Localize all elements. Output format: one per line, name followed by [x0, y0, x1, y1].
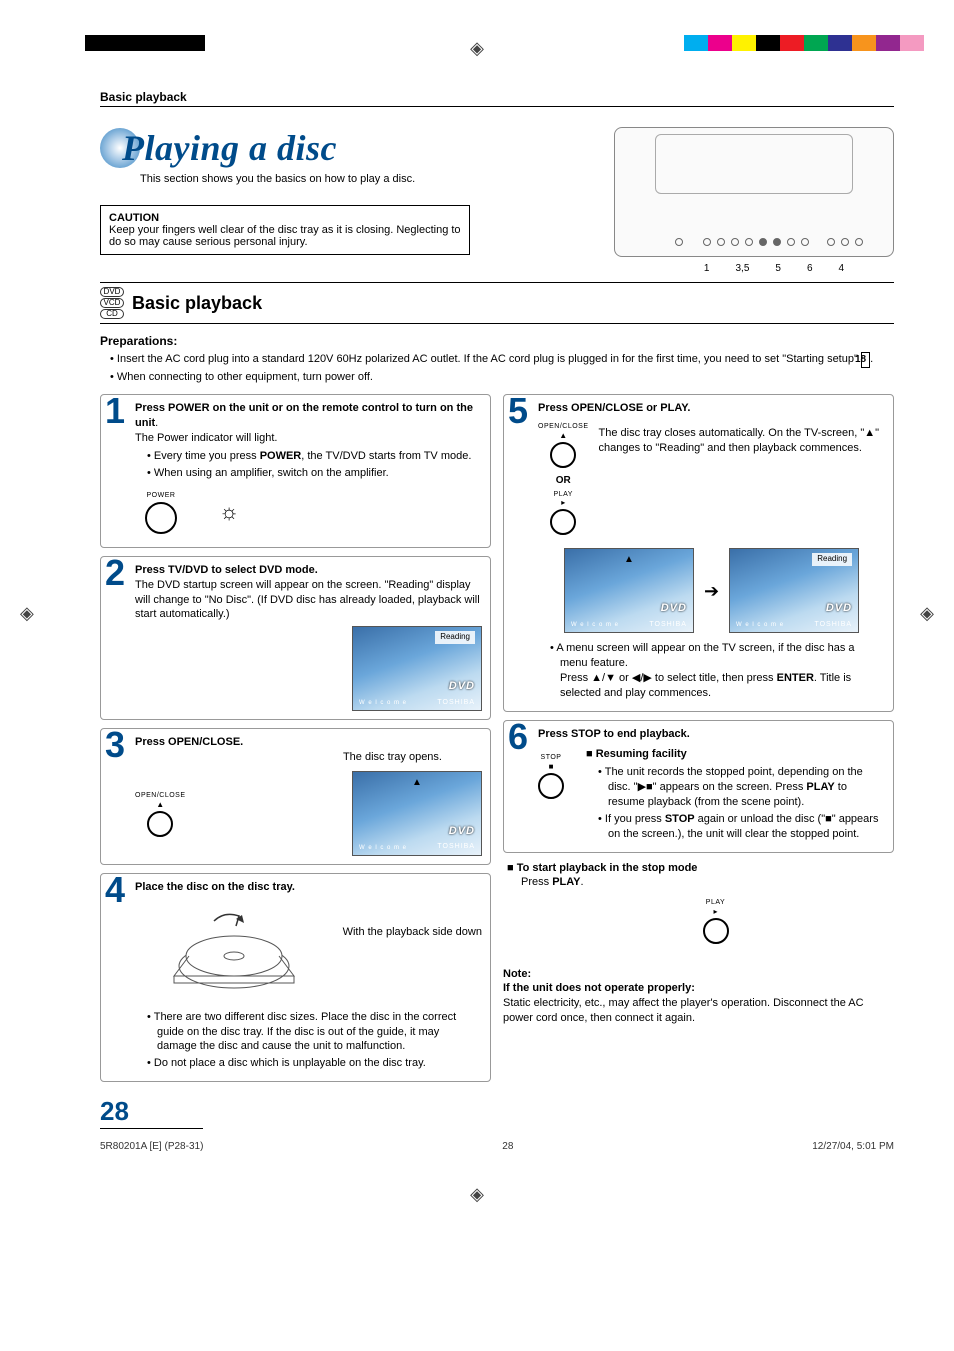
- tv-screen-reading: Reading DVD TOSHIBA W e l c o m e: [352, 626, 482, 711]
- power-button-icon: POWER: [145, 491, 177, 539]
- step-1: 1 Press POWER on the unit or on the remo…: [100, 394, 491, 548]
- step-6: 6 Press STOP to end playback. STOP ■ ■ R…: [503, 720, 894, 853]
- play-button-icon: PLAY ▸: [550, 490, 576, 540]
- play-button-icon: PLAY ▸: [537, 898, 894, 948]
- footer-center-page: 28: [502, 1141, 513, 1152]
- caution-body: Keep your fingers well clear of the disc…: [109, 224, 461, 248]
- page-subtitle: This section shows you the basics on how…: [140, 173, 594, 185]
- preparations-list: Insert the AC cord plug into a standard …: [100, 352, 894, 384]
- callout: 6: [807, 263, 813, 274]
- prep-item: When connecting to other equipment, turn…: [110, 370, 894, 385]
- callout: 1: [704, 263, 710, 274]
- crop-marks-top: ◈: [0, 0, 954, 60]
- step-number: 6: [508, 719, 528, 755]
- tv-screen-reading: Reading DVD TOSHIBA W e l c o m e: [729, 548, 859, 633]
- playback-side-note: With the playback side down: [343, 895, 482, 940]
- step-number: 4: [105, 872, 125, 908]
- disc-type-icons: DVD VCD CD: [100, 286, 124, 320]
- preparations-label: Preparations:: [100, 334, 894, 348]
- caution-box: CAUTION Keep your fingers well clear of …: [100, 205, 470, 255]
- registration-block: [85, 35, 205, 51]
- sun-icon: ☼: [219, 497, 239, 527]
- step-number: 5: [508, 393, 528, 429]
- tv-screen-eject: ▲ DVD TOSHIBA W e l c o m e: [352, 771, 482, 856]
- bottom-crop-icon: ◈: [0, 1184, 954, 1205]
- color-swatches: [684, 35, 924, 51]
- disc-tray-drawing: [164, 901, 304, 1001]
- open-close-button-icon: OPEN/CLOSE ▲: [135, 791, 186, 841]
- stop-mode-block: ■ To start playback in the stop mode Pre…: [503, 861, 894, 949]
- callout: 5: [775, 263, 781, 274]
- doc-id: 5R80201A [E] (P28-31): [100, 1141, 203, 1152]
- section-heading-title: Basic playback: [132, 293, 262, 314]
- step-number: 1: [105, 393, 125, 429]
- step-3: 3 Press OPEN/CLOSE. The disc tray opens.…: [100, 728, 491, 865]
- arrow-right-icon: ➔: [704, 579, 719, 603]
- tv-screen-eject: ▲ DVD TOSHIBA W e l c o m e: [564, 548, 694, 633]
- callout: 3,5: [735, 263, 749, 274]
- page-ref: 18: [861, 352, 870, 368]
- step-number: 2: [105, 555, 125, 591]
- callout: 4: [839, 263, 845, 274]
- step-5: 5 Press OPEN/CLOSE or PLAY. OPEN/CLOSE ▲…: [503, 394, 894, 711]
- step-4: 4 Place the disc on the disc tray.: [100, 873, 491, 1082]
- device-illustration: 1 3,5 5 6 4: [614, 127, 894, 274]
- section-label: Basic playback: [100, 90, 894, 107]
- note-block: Note: If the unit does not operate prope…: [503, 967, 894, 1026]
- page-number: 28: [100, 1096, 203, 1129]
- center-crop-icon: ◈: [470, 38, 484, 59]
- page-footer: 28 5R80201A [E] (P28-31) 28 12/27/04, 5:…: [100, 1096, 894, 1152]
- prep-item: Insert the AC cord plug into a standard …: [110, 352, 894, 368]
- page-title: Playing a disc: [100, 127, 594, 169]
- step-number: 3: [105, 727, 125, 763]
- stop-button-icon: STOP ■: [538, 753, 564, 803]
- footer-timestamp: 12/27/04, 5:01 PM: [812, 1141, 894, 1152]
- caution-heading: CAUTION: [109, 212, 461, 224]
- open-close-button-icon: OPEN/CLOSE ▲: [538, 422, 589, 472]
- step-2: 2 Press TV/DVD to select DVD mode. The D…: [100, 556, 491, 720]
- section-heading: DVD VCD CD Basic playback: [100, 282, 894, 324]
